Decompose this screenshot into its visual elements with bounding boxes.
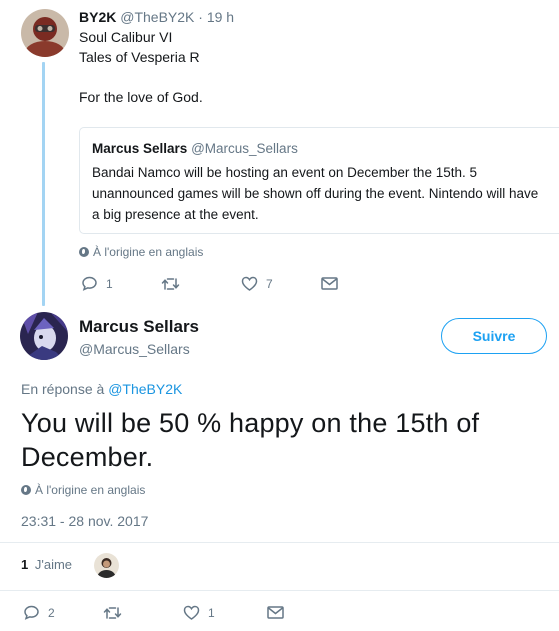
heart-icon xyxy=(241,276,258,291)
globe-icon xyxy=(79,247,89,257)
message-button[interactable] xyxy=(321,277,338,290)
like-button[interactable]: 1 xyxy=(183,605,267,620)
retweet-button[interactable] xyxy=(161,277,241,291)
quote-text-line: Bandai Namco will be hosting an event on… xyxy=(92,165,477,180)
likes-summary-count: 1 xyxy=(21,557,29,572)
parent-text-line: For the love of God. xyxy=(79,89,203,105)
parent-translate-label: À l'origine en anglais xyxy=(93,245,204,259)
reply-button[interactable]: 2 xyxy=(23,605,103,620)
divider xyxy=(0,542,559,543)
quote-text-line: unannounced games will be shown off duri… xyxy=(92,186,539,201)
retweet-button[interactable] xyxy=(103,606,183,620)
reply-prefix: En réponse à xyxy=(21,381,105,397)
header-separator: · xyxy=(198,9,203,25)
main-tweet-text: You will be 50 % happy on the 15th of De… xyxy=(21,408,480,472)
quoted-tweet[interactable]: Marcus Sellars @Marcus_Sellars Bandai Na… xyxy=(79,127,559,234)
follow-button[interactable]: Suivre xyxy=(441,318,547,354)
message-button[interactable] xyxy=(267,606,284,619)
parent-text-line: Soul Calibur VI xyxy=(79,29,173,45)
main-author-handle[interactable]: @Marcus_Sellars xyxy=(79,341,190,357)
retweet-icon xyxy=(161,277,180,290)
main-translate-label: À l'origine en anglais xyxy=(35,483,146,497)
parent-action-bar: 1 7 xyxy=(81,276,338,291)
thread-line xyxy=(42,62,45,306)
divider xyxy=(0,590,559,591)
quote-author-handle: @Marcus_Sellars xyxy=(191,141,298,156)
liker-avatar[interactable] xyxy=(94,553,119,578)
globe-icon xyxy=(21,485,31,495)
heart-icon xyxy=(183,605,200,620)
envelope-icon xyxy=(321,277,338,290)
main-avatar[interactable] xyxy=(20,312,68,360)
parent-header: BY2K @TheBY2K · 19 h xyxy=(79,9,234,25)
quote-text-line: a big presence at the event. xyxy=(92,207,259,222)
parent-author-handle[interactable]: @TheBY2K xyxy=(120,9,194,25)
reply-icon xyxy=(24,605,39,620)
parent-author-name[interactable]: BY2K xyxy=(79,9,116,25)
main-author-name[interactable]: Marcus Sellars xyxy=(79,317,199,337)
likes-summary[interactable]: 1 J'aime xyxy=(21,557,72,572)
quote-author-name: Marcus Sellars xyxy=(92,141,188,156)
reply-context: En réponse à @TheBY2K xyxy=(21,381,182,397)
parent-avatar[interactable] xyxy=(21,9,69,57)
main-timestamp[interactable]: 23:31 - 28 nov. 2017 xyxy=(21,513,148,529)
like-button[interactable]: 7 xyxy=(241,276,321,291)
likes-summary-label: J'aime xyxy=(34,557,73,572)
main-action-bar: 2 1 xyxy=(23,605,284,620)
reply-count: 2 xyxy=(48,605,55,620)
parent-translate-note[interactable]: À l'origine en anglais xyxy=(79,245,203,259)
reply-icon xyxy=(82,276,97,291)
reply-handle-link[interactable]: @TheBY2K xyxy=(108,381,182,397)
main-translate-note[interactable]: À l'origine en anglais xyxy=(21,483,145,497)
parent-text-line: Tales of Vesperia R xyxy=(79,49,200,65)
reply-count: 1 xyxy=(106,276,113,291)
parent-time[interactable]: 19 h xyxy=(207,9,234,25)
like-count: 1 xyxy=(208,605,215,620)
reply-button[interactable]: 1 xyxy=(81,276,161,291)
envelope-icon xyxy=(267,606,284,619)
retweet-icon xyxy=(103,606,122,619)
quote-header: Marcus Sellars @Marcus_Sellars xyxy=(92,141,298,156)
like-count: 7 xyxy=(266,276,273,291)
